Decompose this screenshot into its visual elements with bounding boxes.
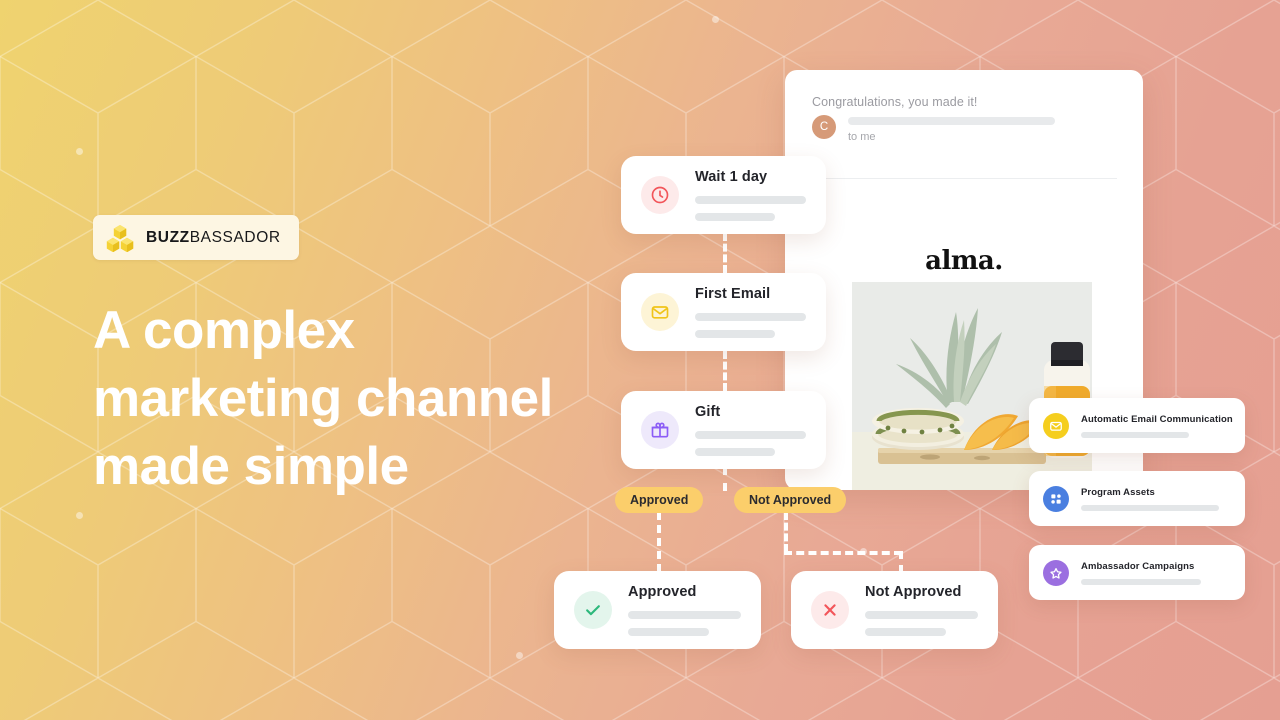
email-brand-name: alma. <box>925 246 1003 276</box>
brand-logo: BUZZBASSADOR <box>93 215 299 260</box>
logo-bold-text: BUZZ <box>146 228 190 246</box>
branch-badge-label: Approved <box>630 493 689 507</box>
placeholder-bar <box>695 431 806 439</box>
brand-wordmark: BUZZBASSADOR <box>146 229 281 247</box>
placeholder-bar <box>848 117 1055 125</box>
bg-dot <box>76 512 83 519</box>
workflow-step-title: Gift <box>695 404 721 420</box>
logo-regular-text: BASSADOR <box>189 228 281 246</box>
bg-dot <box>516 652 523 659</box>
connector-email-to-gift <box>723 351 727 391</box>
branch-badge-not-approved[interactable]: Not Approved <box>734 487 847 513</box>
envelope-icon <box>641 293 679 331</box>
placeholder-bar <box>695 213 775 221</box>
placeholder-bar <box>695 330 775 338</box>
placeholder-bar <box>628 611 741 619</box>
bg-dot <box>712 16 719 23</box>
placeholder-bar <box>628 628 710 636</box>
branch-result-body: Approved <box>628 584 741 636</box>
workflow-step-card[interactable]: First Email <box>621 273 826 351</box>
feature-card-ambassador-campaigns[interactable]: Ambassador Campaigns <box>1029 545 1245 600</box>
feature-card-program-assets[interactable]: Program Assets <box>1029 471 1245 526</box>
feature-card-body: Program Assets <box>1081 487 1231 511</box>
headline-line-3: made simple <box>93 437 409 496</box>
feature-card-title: Automatic Email Communication <box>1081 413 1233 425</box>
avatar: C <box>812 115 836 139</box>
placeholder-bar <box>1081 578 1201 585</box>
branch-result-card-approved[interactable]: Approved <box>554 571 761 649</box>
headline-line-1: A complex <box>93 301 355 360</box>
workflow-step-title: First Email <box>695 286 771 302</box>
placeholder-bar <box>1081 431 1189 438</box>
connector-notapproved-drop <box>899 551 903 573</box>
connector-approved-down <box>657 512 661 572</box>
email-recipient: to me <box>848 131 876 143</box>
workflow-step-body: Wait 1 day <box>695 169 806 221</box>
branch-result-card-not-approved[interactable]: Not Approved <box>791 571 998 649</box>
feature-card-title: Program Assets <box>1081 486 1155 498</box>
branch-result-title: Not Approved <box>865 584 962 600</box>
connector-gift-to-badges <box>723 467 727 491</box>
placeholder-bar <box>695 196 806 204</box>
placeholder-bar <box>695 313 806 321</box>
email-sender-meta: to me <box>848 115 1055 143</box>
gift-icon <box>641 411 679 449</box>
workflow-step-card[interactable]: Gift <box>621 391 826 469</box>
product-photo <box>852 282 1092 490</box>
branch-result-title: Approved <box>628 584 697 600</box>
close-icon <box>811 591 849 629</box>
workflow-step-title: Wait 1 day <box>695 169 768 185</box>
feature-card-title: Ambassador Campaigns <box>1081 560 1195 572</box>
connector-wait-to-email <box>723 233 727 273</box>
bg-dot <box>76 148 83 155</box>
email-sender-row: C to me <box>812 115 1055 143</box>
headline-line-2: marketing channel <box>93 369 553 428</box>
placeholder-bar <box>865 611 978 619</box>
star-icon <box>1043 559 1069 586</box>
email-subject: Congratulations, you made it! <box>812 95 978 109</box>
clock-icon <box>641 176 679 214</box>
branch-badge-label: Not Approved <box>749 493 832 507</box>
divider <box>812 178 1117 179</box>
placeholder-bar <box>865 628 947 636</box>
workflow-step-body: Gift <box>695 404 806 456</box>
branch-badge-approved[interactable]: Approved <box>615 487 704 513</box>
feature-card-automatic-email[interactable]: Automatic Email Communication <box>1029 398 1245 453</box>
grid-icon <box>1043 485 1069 512</box>
placeholder-bar <box>695 448 775 456</box>
placeholder-bar <box>1081 504 1219 511</box>
honeycomb-cubes-icon <box>105 224 135 252</box>
workflow-step-card[interactable]: Wait 1 day <box>621 156 826 234</box>
page-title: A complex marketing channel made simple <box>93 297 693 501</box>
hero-banner: BUZZBASSADOR A complex marketing channel… <box>0 0 1280 720</box>
branch-result-body: Not Approved <box>865 584 978 636</box>
feature-card-body: Ambassador Campaigns <box>1081 561 1231 585</box>
connector-notapproved-across <box>784 551 902 555</box>
envelope-icon <box>1043 412 1069 439</box>
connector-notapproved-down <box>784 512 788 552</box>
workflow-step-body: First Email <box>695 286 806 338</box>
check-icon <box>574 591 612 629</box>
feature-card-body: Automatic Email Communication <box>1081 413 1233 438</box>
